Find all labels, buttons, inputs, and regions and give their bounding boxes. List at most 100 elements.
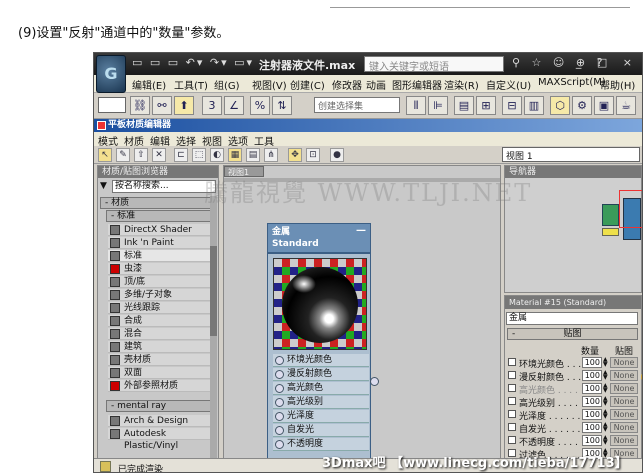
amount-input[interactable]: 100 <box>582 409 602 420</box>
input-socket-icon[interactable] <box>275 384 284 393</box>
zoom-icon[interactable]: ● <box>330 148 344 162</box>
move-children-icon[interactable]: ⊏ <box>174 148 188 162</box>
list-item[interactable]: 顶/底 <box>108 276 212 288</box>
input-socket-icon[interactable] <box>275 440 284 449</box>
spinner-icon[interactable]: ▲▼ <box>603 422 608 433</box>
input-socket-icon[interactable] <box>275 398 284 407</box>
angle-snap-icon[interactable]: ∠ <box>224 96 244 115</box>
mirror-icon[interactable]: ⫴ <box>406 96 426 115</box>
schematic-view-icon[interactable]: ⊟ <box>502 96 522 115</box>
dopesheet-icon[interactable]: ▥ <box>524 96 544 115</box>
menu-help[interactable]: 帮助(H) <box>600 77 635 92</box>
slot-specular-level[interactable]: 高光级别 <box>273 396 369 409</box>
window-controls[interactable]: _ □ × <box>576 56 638 69</box>
slot-glossiness[interactable]: 光泽度 <box>273 410 369 423</box>
map-slot-button[interactable]: None <box>610 409 638 420</box>
amount-input[interactable]: 100 <box>582 383 602 394</box>
map-slot-button[interactable]: None <box>610 370 638 381</box>
amount-input[interactable]: 100 <box>582 435 602 446</box>
menu-edit[interactable]: 编辑(E) <box>132 77 166 92</box>
menu-maxscript[interactable]: MAXScript(M) <box>538 77 606 88</box>
list-item[interactable]: 光线跟踪 <box>108 302 212 314</box>
slot-self-illumination[interactable]: 自发光 <box>273 424 369 437</box>
spinner-snap-icon[interactable]: ⇅ <box>272 96 292 115</box>
list-item[interactable]: 合成 <box>108 315 212 327</box>
align-icon[interactable]: ⊫ <box>428 96 448 115</box>
list-item[interactable]: Autodesk Plastic/Vinyl <box>108 428 212 451</box>
material-name-input[interactable]: 金属 <box>506 312 638 325</box>
map-slot-button[interactable]: None <box>610 396 638 407</box>
map-slot-button[interactable]: None <box>610 383 638 394</box>
spinner-icon[interactable]: ▲▼ <box>603 396 608 407</box>
selection-filter-dropdown[interactable] <box>98 97 126 113</box>
nav-node-yellow[interactable] <box>602 228 619 236</box>
show-map-icon[interactable]: ◐ <box>210 148 224 162</box>
subgroup-mental-ray[interactable]: - mental ray <box>106 400 214 412</box>
rendered-frame-icon[interactable]: ▣ <box>594 96 614 115</box>
material-node-header[interactable]: 金属 Standard — <box>267 223 371 253</box>
list-item[interactable]: DirectX Shader <box>108 224 212 236</box>
browser-scroll-thumb[interactable] <box>210 246 217 336</box>
browser-search-input[interactable]: 按名称搜索... <box>112 180 216 193</box>
amount-input[interactable]: 100 <box>582 370 602 381</box>
nav-node-green[interactable] <box>602 204 619 226</box>
slot-diffuse[interactable]: 漫反射颜色 <box>273 368 369 381</box>
subgroup-standard[interactable]: - 标准 <box>106 210 214 222</box>
map-enable-checkbox[interactable] <box>508 397 516 405</box>
list-item[interactable]: 标准 <box>108 250 212 262</box>
map-enable-checkbox[interactable] <box>508 358 516 366</box>
slot-specular-color[interactable]: 高光颜色 <box>273 382 369 395</box>
collapse-icon[interactable]: — <box>356 225 366 237</box>
view-select-dropdown[interactable]: 视图 1 <box>502 147 640 162</box>
map-enable-checkbox[interactable] <box>508 410 516 418</box>
map-enable-checkbox[interactable] <box>508 436 516 444</box>
input-socket-icon[interactable] <box>275 370 284 379</box>
list-item[interactable]: Arch & Design <box>108 415 212 427</box>
assign-material-icon[interactable]: ⬚ <box>192 148 206 162</box>
browser-options-icon[interactable]: ▼ <box>100 181 107 191</box>
list-item[interactable]: 多维/子对象 <box>108 289 212 301</box>
layer-manager-icon[interactable]: ▤ <box>454 96 474 115</box>
browser-scrollbar[interactable] <box>210 196 217 472</box>
eyedropper-icon[interactable]: ✎ <box>116 148 130 162</box>
spinner-icon[interactable]: ▲▼ <box>603 357 608 368</box>
layout-icon[interactable]: ▤ <box>246 148 260 162</box>
slot-ambient[interactable]: 环境光颜色 <box>273 354 369 367</box>
spinner-icon[interactable]: ▲▼ <box>603 383 608 394</box>
menu-modifiers[interactable]: 修改器 <box>332 77 362 92</box>
snap-3d-icon[interactable]: 3 <box>202 96 222 115</box>
map-enable-checkbox[interactable] <box>508 371 516 379</box>
nav-viewport-frame[interactable] <box>619 190 642 228</box>
curve-editor-icon[interactable]: ⊞ <box>476 96 496 115</box>
put-to-scene-icon[interactable]: ⇧ <box>134 148 148 162</box>
material-node-body[interactable]: 环境光颜色 漫反射颜色 高光颜色 高光级别 光泽度 自发光 不透明度 <box>267 253 371 472</box>
delete-icon[interactable]: ✕ <box>152 148 166 162</box>
menu-group[interactable]: 组(G) <box>214 77 240 92</box>
list-item[interactable]: 壳材质 <box>108 354 212 366</box>
unlink-icon[interactable]: ⚯ <box>152 96 172 115</box>
menu-views[interactable]: 视图(V) <box>252 77 287 92</box>
search-input[interactable]: 键入关键字或短语 <box>364 56 504 73</box>
menu-animation[interactable]: 动画 <box>366 77 386 92</box>
select-tool-icon[interactable]: ↖ <box>98 148 112 162</box>
map-slot-button[interactable]: None <box>610 422 638 433</box>
list-item[interactable]: 虫漆 <box>108 263 212 275</box>
amount-input[interactable]: 100 <box>582 422 602 433</box>
menu-customize[interactable]: 自定义(U) <box>486 77 531 92</box>
spinner-icon[interactable]: ▲▼ <box>603 409 608 420</box>
menu-create[interactable]: 创建(C) <box>290 77 325 92</box>
background-icon[interactable]: ▦ <box>228 148 242 162</box>
input-socket-icon[interactable] <box>275 356 284 365</box>
quick-access-icons[interactable]: ▭ ▭ ▭ ↶▾ ↷▾ ▭▾ <box>132 56 254 69</box>
map-slot-button[interactable]: None <box>610 435 638 446</box>
menu-tools[interactable]: 工具(T) <box>174 77 208 92</box>
menu-rendering[interactable]: 渲染(R) <box>444 77 479 92</box>
group-materials[interactable]: - 材质 <box>100 197 214 209</box>
material-editor-icon[interactable]: ⬡ <box>550 96 570 115</box>
input-socket-icon[interactable] <box>275 412 284 421</box>
percent-snap-icon[interactable]: % <box>250 96 270 115</box>
output-socket-icon[interactable] <box>370 377 379 386</box>
select-link-icon[interactable]: ⛓ <box>130 96 150 115</box>
map-enable-checkbox[interactable] <box>508 423 516 431</box>
hierarchy-icon[interactable]: ⋔ <box>264 148 278 162</box>
